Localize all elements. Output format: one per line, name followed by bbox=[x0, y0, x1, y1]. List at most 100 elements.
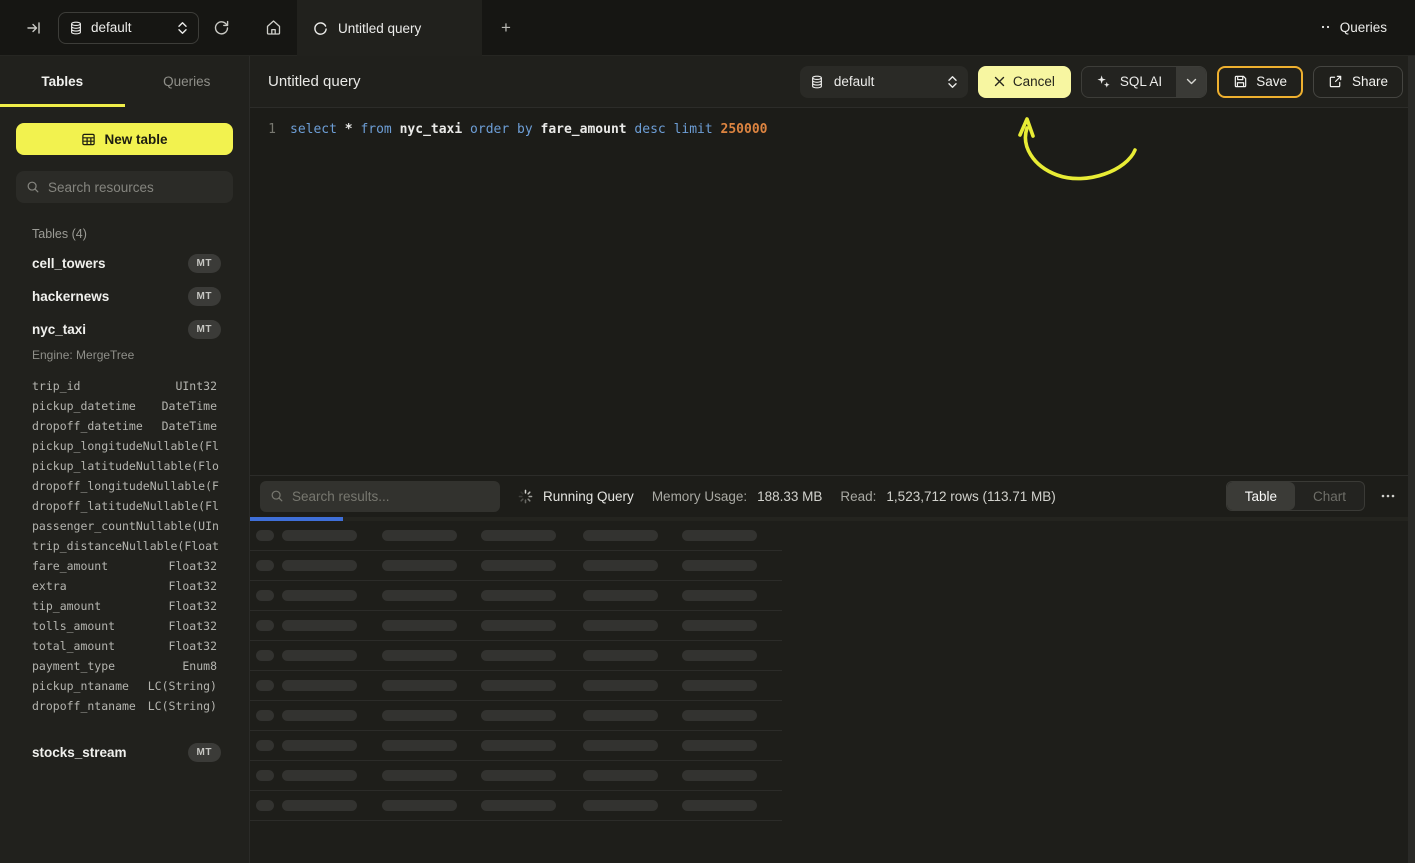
sql-ai-dropdown[interactable] bbox=[1176, 67, 1206, 97]
column-row-pickup_latitude[interactable]: pickup_latitudeNullable(Flo bbox=[16, 456, 233, 476]
column-row-dropoff_longitude[interactable]: dropoff_longitudeNullable(F bbox=[16, 476, 233, 496]
home-icon bbox=[265, 19, 282, 36]
skeleton-cell bbox=[481, 710, 556, 721]
skeleton-row bbox=[250, 671, 782, 701]
dots-icon bbox=[1321, 25, 1331, 31]
column-row-pickup_longitude[interactable]: pickup_longitudeNullable(Fl bbox=[16, 436, 233, 456]
column-name: dropoff_datetime bbox=[32, 419, 143, 433]
plus-icon: + bbox=[501, 18, 511, 38]
column-row-tolls_amount[interactable]: tolls_amountFloat32 bbox=[16, 616, 233, 636]
query-database-value: default bbox=[834, 74, 937, 89]
tab-loading-icon bbox=[313, 21, 328, 36]
queries-link-button[interactable]: Queries bbox=[1321, 20, 1387, 35]
column-row-payment_type[interactable]: payment_typeEnum8 bbox=[16, 656, 233, 676]
column-row-trip_id[interactable]: trip_idUInt32 bbox=[16, 376, 233, 396]
collapse-right-icon bbox=[26, 20, 42, 36]
skeleton-cell bbox=[282, 740, 357, 751]
skeleton-cell bbox=[481, 650, 556, 661]
column-type: Nullable(UIn bbox=[136, 519, 219, 533]
column-row-pickup_datetime[interactable]: pickup_datetimeDateTime bbox=[16, 396, 233, 416]
memory-usage-value: 188.33 MB bbox=[757, 489, 822, 504]
table-item-hackernews[interactable]: hackernewsMT bbox=[16, 280, 233, 313]
queries-link-label: Queries bbox=[1340, 20, 1387, 35]
column-row-dropoff_latitude[interactable]: dropoff_latitudeNullable(Fl bbox=[16, 496, 233, 516]
new-tab-button[interactable]: + bbox=[482, 0, 530, 55]
resource-search-input[interactable] bbox=[48, 180, 223, 195]
home-tab-button[interactable] bbox=[250, 0, 297, 55]
column-row-tip_amount[interactable]: tip_amountFloat32 bbox=[16, 596, 233, 616]
results-search-input[interactable] bbox=[292, 489, 490, 504]
column-row-dropoff_ntaname[interactable]: dropoff_ntanameLC(String) bbox=[16, 696, 233, 716]
skeleton-cell bbox=[282, 560, 357, 571]
sql-token: by bbox=[517, 122, 533, 137]
sql-ai-button[interactable]: SQL AI bbox=[1081, 66, 1207, 98]
query-database-selector[interactable]: default bbox=[800, 66, 968, 98]
column-name: extra bbox=[32, 579, 67, 593]
skeleton-cell bbox=[382, 740, 457, 751]
engine-badge: MT bbox=[188, 320, 221, 339]
results-skeleton-table bbox=[250, 521, 1415, 863]
column-type: Float32 bbox=[169, 559, 217, 573]
tab-untitled-query[interactable]: Untitled query bbox=[297, 0, 482, 56]
new-table-button[interactable]: New table bbox=[16, 123, 233, 155]
skeleton-cell bbox=[481, 560, 556, 571]
skeleton-cell bbox=[682, 740, 757, 751]
column-row-trip_distance[interactable]: trip_distanceNullable(Float bbox=[16, 536, 233, 556]
column-row-pickup_ntaname[interactable]: pickup_ntanameLC(String) bbox=[16, 676, 233, 696]
query-title: Untitled query bbox=[268, 73, 361, 90]
sql-ai-main[interactable]: SQL AI bbox=[1082, 67, 1176, 97]
skeleton-cell bbox=[256, 590, 274, 601]
sidebar-tab-queries[interactable]: Queries bbox=[125, 56, 250, 107]
table-item-cell_towers[interactable]: cell_towersMT bbox=[16, 247, 233, 280]
sparkles-icon bbox=[1096, 74, 1111, 89]
column-name: pickup_datetime bbox=[32, 399, 136, 413]
table-item-nyc_taxi[interactable]: nyc_taxiMT bbox=[16, 313, 233, 346]
column-row-extra[interactable]: extraFloat32 bbox=[16, 576, 233, 596]
skeleton-cell bbox=[481, 530, 556, 541]
tab-strip: Untitled query + bbox=[250, 0, 1321, 56]
sql-editor[interactable]: 1 select * from nyc_taxi order by fare_a… bbox=[250, 108, 1415, 475]
column-name: pickup_ntaname bbox=[32, 679, 129, 693]
table-item-stocks_stream[interactable]: stocks_streamMT bbox=[16, 736, 233, 769]
column-row-dropoff_datetime[interactable]: dropoff_datetimeDateTime bbox=[16, 416, 233, 436]
database-icon bbox=[810, 75, 824, 89]
skeleton-cell bbox=[256, 530, 274, 541]
column-type: UInt32 bbox=[175, 379, 217, 393]
column-type: Float32 bbox=[169, 619, 217, 633]
skeleton-cell bbox=[583, 680, 658, 691]
column-type: LC(String) bbox=[148, 699, 217, 713]
database-selector[interactable]: default bbox=[58, 12, 199, 44]
column-row-fare_amount[interactable]: fare_amountFloat32 bbox=[16, 556, 233, 576]
results-more-button[interactable] bbox=[1375, 490, 1401, 502]
save-button[interactable]: Save bbox=[1217, 66, 1303, 98]
cancel-button[interactable]: Cancel bbox=[978, 66, 1071, 98]
skeleton-cell bbox=[682, 650, 757, 661]
skeleton-cell bbox=[583, 620, 658, 631]
skeleton-cell bbox=[682, 710, 757, 721]
table-list: cell_towersMThackernewsMTnyc_taxiMTEngin… bbox=[16, 247, 233, 769]
skeleton-row bbox=[250, 521, 782, 551]
skeleton-cell bbox=[583, 560, 658, 571]
app-window: default bbox=[0, 0, 1415, 863]
skeleton-cell bbox=[682, 770, 757, 781]
view-toggle-table[interactable]: Table bbox=[1227, 482, 1295, 510]
database-selector-value: default bbox=[91, 20, 169, 35]
sql-token: fare_amount bbox=[541, 122, 627, 137]
refresh-button[interactable] bbox=[207, 13, 236, 42]
skeleton-cell bbox=[282, 800, 357, 811]
share-button[interactable]: Share bbox=[1313, 66, 1403, 98]
engine-badge: MT bbox=[188, 743, 221, 762]
collapse-sidebar-button[interactable] bbox=[20, 14, 48, 42]
refresh-icon bbox=[213, 19, 230, 36]
view-toggle-chart[interactable]: Chart bbox=[1295, 482, 1364, 510]
scrollbar[interactable] bbox=[1408, 56, 1415, 863]
skeleton-cell bbox=[481, 680, 556, 691]
column-type: Enum8 bbox=[182, 659, 217, 673]
column-row-total_amount[interactable]: total_amountFloat32 bbox=[16, 636, 233, 656]
column-name: dropoff_latitude bbox=[32, 499, 143, 513]
skeleton-cell bbox=[481, 590, 556, 601]
sidebar: Tables Queries New table bbox=[0, 56, 250, 863]
sidebar-tab-tables[interactable]: Tables bbox=[0, 56, 125, 107]
column-row-passenger_count[interactable]: passenger_countNullable(UIn bbox=[16, 516, 233, 536]
skeleton-cell bbox=[282, 770, 357, 781]
